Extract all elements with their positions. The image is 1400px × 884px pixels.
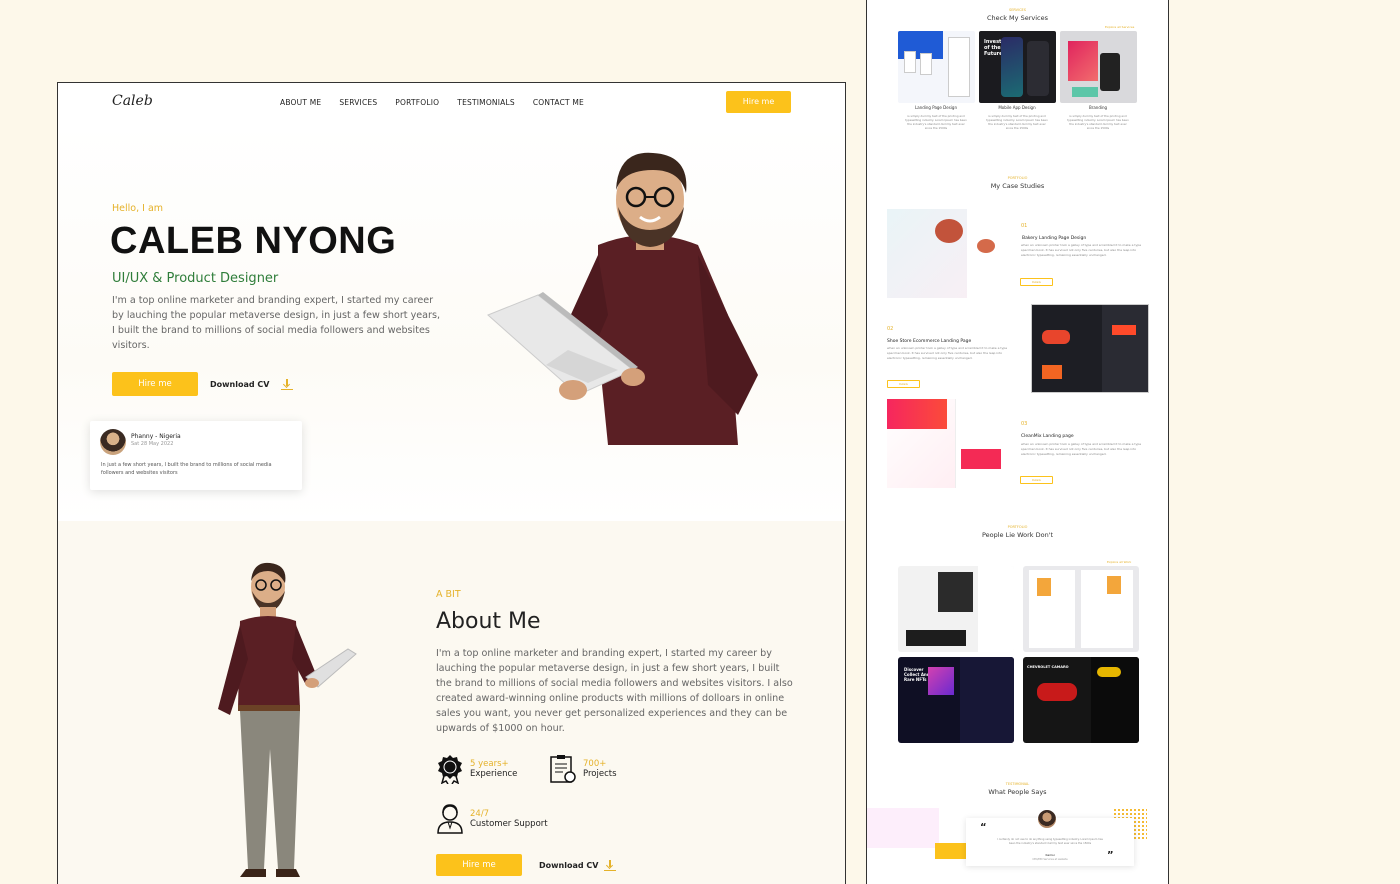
- case-desc-3: when an unknown printer took a galley of…: [1021, 442, 1142, 456]
- testimonial-text: In just a few short years, I built the b…: [101, 462, 272, 476]
- testimonial-date: Sat 28 May 2022: [131, 441, 174, 447]
- case-number-1: 01: [1021, 223, 1028, 229]
- case-number-3: 03: [1021, 421, 1028, 427]
- service-name-branding: Branding: [1088, 105, 1108, 110]
- about-text: I'm a top online marketer and branding e…: [436, 648, 793, 734]
- testimonial-kicker: TESTIMONIAL: [1005, 782, 1030, 786]
- case-title-1: Bakery Landing Page Design: [1022, 236, 1087, 241]
- testimonial-name: Phanny - Nigeria: [131, 433, 181, 440]
- hero-greeting: Hello, I am: [112, 203, 164, 214]
- stat-support-value: 24/7: [470, 809, 490, 819]
- award-icon: [438, 755, 462, 784]
- works-kicker: PORTFOLIO: [1007, 525, 1028, 529]
- work-thumb-real-estate[interactable]: [898, 566, 1014, 652]
- quote-open-icon: “: [980, 822, 987, 833]
- about-kicker: A BIT: [436, 589, 461, 600]
- case-details-button-2[interactable]: Details: [887, 380, 920, 388]
- case-details-button-3[interactable]: Details: [1020, 476, 1053, 484]
- hero-section: Hello, I am CALEB NYONG UI/UX & Product …: [58, 125, 845, 521]
- stat-projects-label: Projects: [583, 769, 617, 779]
- nav-contact[interactable]: CONTACT ME: [533, 98, 584, 107]
- case-image-bakery[interactable]: [887, 209, 1005, 298]
- service-desc-mobile: is simply dummy text of the printing and…: [986, 114, 1048, 130]
- logo[interactable]: Caleb: [112, 93, 153, 109]
- avatar: [100, 429, 126, 455]
- nav-services[interactable]: SERVICES: [339, 98, 377, 107]
- work-thumb-nft[interactable]: Discover Collect And Sell Rare NFTs: [898, 657, 1014, 743]
- about-portrait-image: [218, 562, 357, 877]
- main-page-frame: Caleb ABOUT ME SERVICES PORTFOLIO TESTIM…: [57, 82, 846, 884]
- avatar: [1037, 809, 1057, 829]
- download-cv-label: Download CV: [210, 380, 270, 389]
- service-name-mobile: Mobile App Design: [998, 105, 1036, 110]
- stat-projects-value: 700+: [583, 759, 607, 769]
- services-kicker: SERVICES: [1009, 8, 1026, 12]
- case-image-shoe[interactable]: [1031, 304, 1149, 393]
- about-title: About Me: [436, 609, 541, 634]
- nav-about[interactable]: ABOUT ME: [280, 98, 321, 107]
- navbar: Caleb ABOUT ME SERVICES PORTFOLIO TESTIM…: [58, 83, 845, 125]
- explore-works-link[interactable]: Explore all Work: [1107, 560, 1131, 564]
- nav-menu: ABOUT ME SERVICES PORTFOLIO TESTIMONIALS…: [280, 98, 584, 107]
- stat-experience-value: 5 years+: [470, 759, 509, 769]
- case-details-button-1[interactable]: Details: [1020, 278, 1053, 286]
- stat-support-label: Customer Support: [470, 819, 548, 829]
- service-thumb-landing[interactable]: [898, 31, 975, 103]
- decor-pink-block: [867, 808, 939, 848]
- stat-experience-label: Experience: [470, 769, 518, 779]
- download-cv-button[interactable]: Download CV: [210, 379, 294, 390]
- work-thumb-cars[interactable]: CHEVROLET CAMARO: [1023, 657, 1139, 743]
- hire-me-about-button[interactable]: Hire me: [436, 854, 522, 876]
- testimonial-section-title: What People Says: [988, 788, 1047, 796]
- hero-bio: I'm a top online marketer and branding e…: [112, 295, 441, 351]
- testimonial-preview-role: CEO/MD Services at website: [1032, 858, 1068, 861]
- download-cv-about-button[interactable]: Download CV: [539, 860, 617, 871]
- hero-name: CALEB NYONG: [110, 220, 397, 262]
- stat-support: 24/7 Customer Support: [436, 804, 548, 834]
- case-desc-2: when an unknown printer took a galley of…: [887, 346, 1008, 360]
- service-thumb-mobile[interactable]: Invest of the Future: [979, 31, 1056, 103]
- case-desc-1: when an unknown printer took a galley of…: [1021, 243, 1142, 257]
- stat-projects: 700+ Projects: [549, 754, 617, 784]
- nav-portfolio[interactable]: PORTFOLIO: [395, 98, 439, 107]
- cases-kicker: PORTFOLIO: [1007, 176, 1028, 180]
- clipboard-icon: [550, 755, 576, 783]
- page-preview-frame: SERVICES Check My Services Explore all S…: [866, 0, 1169, 884]
- works-title: People Lie Work Don't: [981, 531, 1054, 539]
- hire-me-nav-button[interactable]: Hire me: [726, 91, 791, 113]
- nav-testimonials[interactable]: TESTIMONIALS: [457, 98, 515, 107]
- case-title-3: CleanMix Landing page: [1021, 434, 1074, 439]
- cases-title: My Case Studies: [990, 182, 1045, 190]
- hire-me-hero-button[interactable]: Hire me: [112, 372, 198, 396]
- hero-portrait-image: [487, 152, 758, 445]
- support-agent-icon: [437, 804, 463, 834]
- testimonial-preview-text: I certainly do not use to do anything us…: [997, 838, 1103, 845]
- case-number-2: 02: [887, 326, 894, 332]
- download-cv-about-label: Download CV: [539, 861, 599, 870]
- hero-role: UI/UX & Product Designer: [112, 271, 279, 286]
- service-desc-landing: is simply dummy text of the printing and…: [905, 114, 967, 130]
- testimonial-card: Phanny - Nigeria Sat 28 May 2022 In just…: [90, 421, 302, 490]
- about-section: A BIT About Me I'm a top online marketer…: [58, 521, 845, 884]
- service-desc-branding: is simply dummy text of the printing and…: [1067, 114, 1129, 130]
- download-icon: [604, 860, 617, 871]
- work-thumb-furniture[interactable]: [1023, 566, 1139, 652]
- testimonial-preview-name: Kamsi: [1045, 853, 1055, 857]
- stat-experience: 5 years+ Experience: [436, 754, 517, 784]
- case-image-cleanmix[interactable]: [887, 399, 1005, 488]
- download-icon: [281, 379, 294, 390]
- service-thumb-branding[interactable]: [1060, 31, 1137, 103]
- services-title: Check My Services: [987, 14, 1048, 22]
- case-title-2: Shoe Store Ecommerce Landing Page: [887, 339, 972, 344]
- explore-services-link[interactable]: Explore all Services: [1105, 25, 1134, 29]
- service-name-landing: Landing Page Design: [915, 105, 957, 110]
